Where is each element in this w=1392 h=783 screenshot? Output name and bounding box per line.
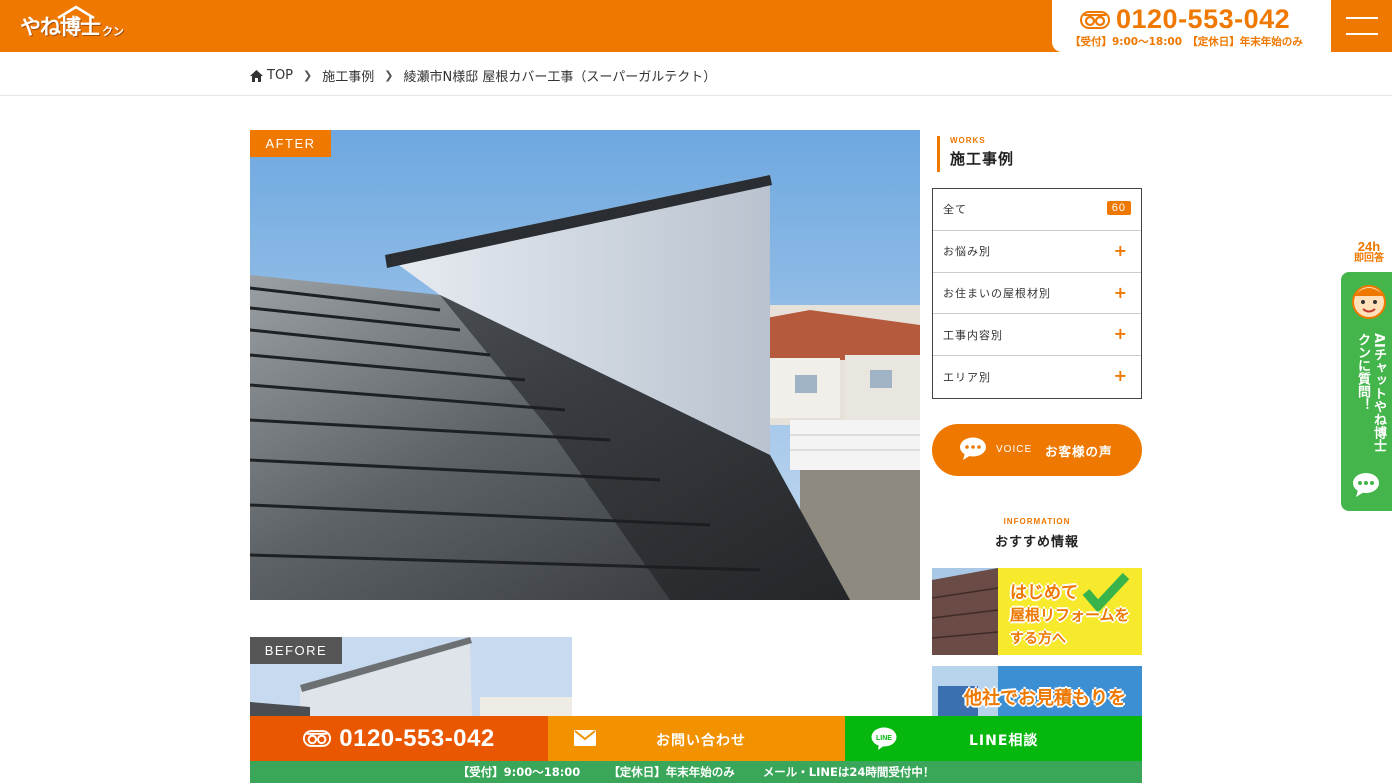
home-icon [250,69,263,82]
category-label: お住まいの屋根材別 [943,286,1051,300]
chevron-right-icon: ❯ [384,69,394,82]
plus-icon: + [1113,366,1128,386]
mascot-icon [1352,285,1386,319]
banner1-line2: 屋根リフォームを [1010,606,1130,624]
plus-icon: + [1113,324,1128,344]
breadcrumb-works[interactable]: 施工事例 [322,66,374,85]
breadcrumb: TOP ❯ 施工事例 ❯ 綾瀬市N様邸 屋根カバー工事（スーパーガルテクト） [250,66,716,85]
bottom-line-label: LINE相談 [969,733,1039,749]
category-all[interactable]: 全て 60 [933,189,1141,231]
banner1-line3: する方へ [1010,631,1066,647]
category-by-area[interactable]: エリア別 + [933,356,1141,398]
chevron-right-icon: ❯ [303,69,313,82]
line-app-icon: LINE [871,727,897,750]
bottom-tel-number: 0120-553-042 [339,724,495,752]
category-label: 全て [943,203,967,217]
side-24h-badge: 24h 即回答 [1354,239,1384,264]
svg-text:LINE: LINE [876,735,892,742]
banner2-text: 他社でお見積もりを [964,688,1126,709]
bottom-tel-button[interactable]: 0120-553-042 [250,716,548,761]
header-tel[interactable]: 0120-553-042 【受付】9:00〜18:00 【定休日】年末年始のみ [1052,0,1331,52]
site-logo[interactable]: やね博士 クン [20,5,124,44]
breadcrumb-current: 綾瀬市N様邸 屋根カバー工事（スーパーガルテクト） [403,70,717,85]
mail-icon [574,730,596,746]
hamburger-icon [1346,17,1378,19]
before-label: BEFORE [250,637,342,664]
works-category-list: 全て 60 お悩み別 + お住まいの屋根材別 + 工事内容別 + エリア別 + [932,188,1142,399]
note-mail: メール・LINEは24時間受付中！ [762,765,935,779]
category-label: お悩み別 [943,245,991,259]
breadcrumb-divider [0,95,1392,96]
works-heading-en: WORKS [950,136,986,145]
bottom-hours-note: 【受付】9:00〜18:00 【定休日】年末年始のみ メール・LINEは24時間… [250,761,1142,783]
information-heading-en: INFORMATION [1003,517,1071,526]
site-header: やね博士 クン 0120-553-042 【受付】9:00〜18:00 【定休日… [0,0,1392,52]
hamburger-menu-button[interactable] [1331,0,1392,52]
after-label: AFTER [250,130,331,157]
works-heading-jp: 施工事例 [950,150,1015,168]
information-heading-jp: おすすめ情報 [994,535,1079,550]
logo-sub-text: クン [102,25,124,38]
tel-number-text: 0120-553-042 [1116,4,1291,34]
freedial-icon [303,730,332,747]
bottom-line-button[interactable]: LINE LINE相談 [845,716,1142,761]
voice-en-label: VOICE [996,444,1033,455]
header-tel-hours: 【受付】9:00〜18:00 【定休日】年末年始のみ [1070,36,1303,48]
category-by-concern[interactable]: お悩み別 + [933,231,1141,273]
breadcrumb-top[interactable]: TOP [267,68,293,83]
works-heading: WORKS 施工事例 [937,136,1014,172]
category-by-work-type[interactable]: 工事内容別 + [933,314,1141,357]
chat-bubble-icon [1353,473,1379,497]
roof-logo-icon [57,5,95,19]
bottom-cta-bar: 0120-553-042 お問い合わせ LINE LINE相談 [250,716,1142,761]
category-count-badge: 60 [1106,201,1131,215]
category-by-roof-material[interactable]: お住まいの屋根材別 + [933,273,1141,315]
bottom-contact-button[interactable]: お問い合わせ [548,716,845,761]
plus-icon: + [1113,240,1128,260]
note-holiday: 【定休日】年末年始のみ [608,765,735,779]
category-label: 工事内容別 [943,328,1003,342]
bottom-contact-label: お問い合わせ [656,733,746,749]
information-heading: INFORMATION おすすめ情報 [932,517,1142,550]
plus-icon: + [1113,282,1128,302]
category-label: エリア別 [943,371,991,385]
freedial-icon [1080,10,1110,29]
banner-roof-image [932,568,998,655]
header-tel-number[interactable]: 0120-553-042 [1080,4,1290,35]
banner1-line1: はじめて [1010,583,1078,603]
after-photo[interactable] [250,130,920,600]
note-hours: 【受付】9:00〜18:00 [457,765,581,779]
after-roof-image [250,130,920,600]
voice-jp-label: お客様の声 [1045,444,1113,459]
customer-voice-button[interactable]: VOICE お客様の声 [932,424,1142,476]
ai-chat-side-text: AIチャットやね博士クンに質問！ [1355,333,1386,452]
banner-other-estimate[interactable]: 他社でお見積もりを [932,666,1142,718]
chat-bubble-icon [960,437,986,460]
banner-first-roof-reform[interactable]: はじめて 屋根リフォームを する方へ [932,568,1142,655]
